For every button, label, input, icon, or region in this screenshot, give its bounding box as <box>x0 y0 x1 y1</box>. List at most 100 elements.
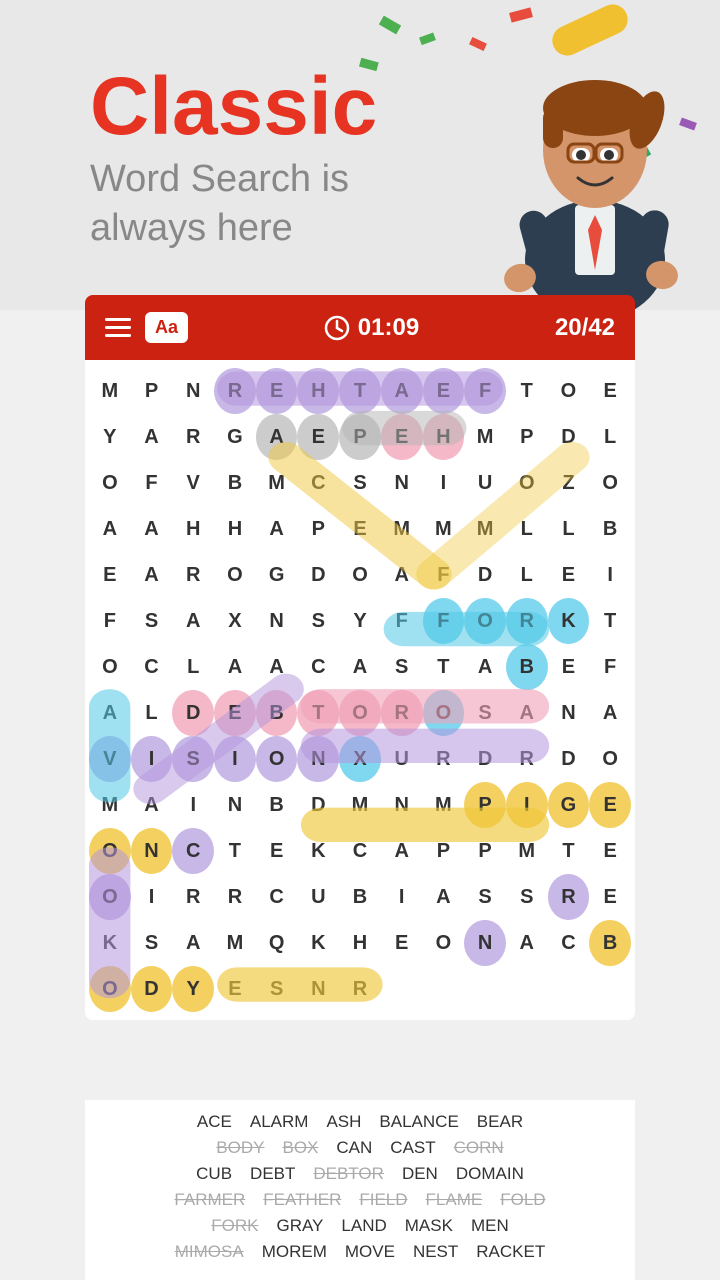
grid-cell[interactable]: O <box>89 644 131 690</box>
grid-cell[interactable]: I <box>423 460 465 506</box>
grid-cell[interactable]: H <box>423 414 465 460</box>
grid-cell[interactable]: K <box>548 598 590 644</box>
grid-cell[interactable]: S <box>339 460 381 506</box>
grid-cell[interactable]: T <box>339 368 381 414</box>
grid-cell[interactable]: O <box>339 552 381 598</box>
grid-cell[interactable]: C <box>339 828 381 874</box>
grid-cell[interactable]: A <box>89 506 131 552</box>
grid-cell[interactable]: D <box>131 966 173 1012</box>
grid-cell[interactable]: P <box>423 828 465 874</box>
grid-cell[interactable]: N <box>548 690 590 736</box>
grid-cell[interactable]: Y <box>172 966 214 1012</box>
grid-cell[interactable]: O <box>89 460 131 506</box>
grid-cell[interactable]: D <box>464 552 506 598</box>
grid-cell[interactable]: T <box>214 828 256 874</box>
grid-cell[interactable]: G <box>214 414 256 460</box>
grid-cell[interactable]: A <box>339 644 381 690</box>
grid-cell[interactable]: I <box>214 736 256 782</box>
grid-cell[interactable]: A <box>506 920 548 966</box>
grid-cell[interactable]: O <box>214 552 256 598</box>
grid-cell[interactable]: O <box>339 690 381 736</box>
grid-cell[interactable]: O <box>256 736 298 782</box>
grid-cell[interactable]: A <box>589 690 631 736</box>
grid-cell[interactable]: G <box>256 552 298 598</box>
grid-cell[interactable]: E <box>256 368 298 414</box>
grid-cell[interactable]: R <box>381 690 423 736</box>
grid-cell[interactable]: E <box>589 368 631 414</box>
grid-cell[interactable]: A <box>381 368 423 414</box>
grid-cell[interactable]: I <box>131 874 173 920</box>
grid-cell[interactable]: C <box>256 874 298 920</box>
grid-cell[interactable]: K <box>89 920 131 966</box>
grid-cell[interactable]: D <box>548 414 590 460</box>
grid-cell[interactable]: E <box>589 874 631 920</box>
grid-cell[interactable]: O <box>89 966 131 1012</box>
grid-cell[interactable]: T <box>506 368 548 414</box>
grid-cell[interactable]: S <box>131 920 173 966</box>
font-size-button[interactable]: Aa <box>145 312 188 343</box>
grid-cell[interactable]: A <box>89 690 131 736</box>
grid-cell[interactable]: O <box>589 736 631 782</box>
grid-cell[interactable]: N <box>214 782 256 828</box>
grid-cell[interactable]: O <box>548 368 590 414</box>
grid-cell[interactable]: C <box>297 644 339 690</box>
grid-cell[interactable]: C <box>548 920 590 966</box>
grid-cell[interactable]: O <box>89 828 131 874</box>
grid-cell[interactable]: A <box>131 782 173 828</box>
grid-cell[interactable]: S <box>464 874 506 920</box>
grid-cell[interactable]: E <box>214 690 256 736</box>
grid-cell[interactable]: M <box>423 506 465 552</box>
grid-cell[interactable]: N <box>381 782 423 828</box>
grid-cell[interactable]: F <box>131 460 173 506</box>
grid-cell[interactable]: H <box>339 920 381 966</box>
grid-cell[interactable]: R <box>172 874 214 920</box>
grid-cell[interactable]: H <box>214 506 256 552</box>
grid-cell[interactable]: E <box>381 920 423 966</box>
grid-cell[interactable]: Y <box>89 414 131 460</box>
grid-cell[interactable]: D <box>297 552 339 598</box>
grid-cell[interactable]: S <box>464 690 506 736</box>
grid-cell[interactable]: D <box>172 690 214 736</box>
grid-cell[interactable]: S <box>381 644 423 690</box>
grid-cell[interactable]: F <box>464 368 506 414</box>
grid-cell[interactable]: R <box>423 736 465 782</box>
grid-cell[interactable]: A <box>423 874 465 920</box>
grid-cell[interactable]: A <box>506 690 548 736</box>
grid-cell[interactable]: U <box>381 736 423 782</box>
grid-cell[interactable]: B <box>256 690 298 736</box>
grid-cell[interactable]: M <box>506 828 548 874</box>
grid-cell[interactable]: A <box>172 598 214 644</box>
grid-cell[interactable]: E <box>548 552 590 598</box>
grid-cell[interactable]: P <box>339 414 381 460</box>
grid-cell[interactable]: H <box>172 506 214 552</box>
grid-cell[interactable]: D <box>297 782 339 828</box>
grid-cell[interactable]: B <box>339 874 381 920</box>
grid-cell[interactable]: D <box>548 736 590 782</box>
grid-cell[interactable]: N <box>381 460 423 506</box>
grid-cell[interactable]: K <box>297 920 339 966</box>
word-grid[interactable]: MPNREHTAEFTOEYARGAEPEHMPDLOFVBMCSNIUOZOA… <box>89 368 631 1012</box>
grid-cell[interactable]: P <box>464 828 506 874</box>
grid-cell[interactable]: A <box>131 414 173 460</box>
grid-cell[interactable]: P <box>131 368 173 414</box>
grid-cell[interactable]: E <box>256 828 298 874</box>
grid-cell[interactable]: B <box>589 506 631 552</box>
grid-cell[interactable]: S <box>256 966 298 1012</box>
grid-cell[interactable]: C <box>297 460 339 506</box>
grid-cell[interactable]: A <box>172 920 214 966</box>
grid-cell[interactable]: O <box>89 874 131 920</box>
grid-cell[interactable]: T <box>297 690 339 736</box>
grid-cell[interactable]: O <box>589 460 631 506</box>
grid-cell[interactable]: F <box>381 598 423 644</box>
grid-cell[interactable]: Z <box>548 460 590 506</box>
grid-cell[interactable]: X <box>214 598 256 644</box>
grid-cell[interactable]: L <box>131 690 173 736</box>
grid-cell[interactable]: A <box>131 552 173 598</box>
grid-cell[interactable]: B <box>256 782 298 828</box>
grid-cell[interactable]: G <box>548 782 590 828</box>
grid-cell[interactable]: N <box>297 966 339 1012</box>
grid-cell[interactable]: A <box>256 414 298 460</box>
grid-cell[interactable]: M <box>256 460 298 506</box>
grid-cell[interactable]: E <box>89 552 131 598</box>
grid-cell[interactable]: M <box>381 506 423 552</box>
